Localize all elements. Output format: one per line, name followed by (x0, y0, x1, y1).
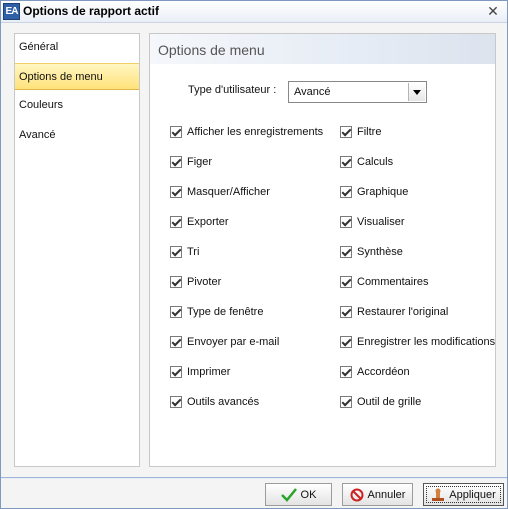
option-label: Filtre (357, 126, 382, 138)
option-visualize[interactable]: Visualiser (340, 214, 405, 230)
cancel-icon (350, 488, 364, 501)
option-label: Figer (187, 156, 213, 168)
checkbox-show-records[interactable] (170, 126, 182, 138)
cancel-button[interactable]: Annuler (342, 483, 413, 506)
checkbox-window-type[interactable] (170, 306, 182, 318)
title-bar[interactable]: EA Options de rapport actif ✕ (1, 1, 507, 23)
option-label: Imprimer (187, 366, 231, 378)
checkbox-chart[interactable] (340, 186, 352, 198)
option-label: Exporter (187, 216, 229, 228)
option-freeze[interactable]: Figer (170, 154, 212, 170)
option-label: Envoyer par e-mail (187, 336, 280, 348)
ok-button[interactable]: OK (265, 483, 332, 506)
option-filter[interactable]: Filtre (340, 124, 381, 140)
option-hide-show[interactable]: Masquer/Afficher (170, 184, 270, 200)
sidebar-item-colors[interactable]: Couleurs (15, 92, 139, 119)
option-grid-tool[interactable]: Outil de grille (340, 394, 421, 410)
option-window-type[interactable]: Type de fenêtre (170, 304, 263, 320)
footer-divider (1, 477, 507, 479)
option-label: Enregistrer les modifications (357, 336, 496, 348)
option-sort[interactable]: Tri (170, 244, 199, 260)
user-type-value: Avancé (294, 86, 331, 98)
option-label: Graphique (357, 186, 409, 198)
app-logo-icon: EA (3, 3, 20, 20)
option-advanced-tools[interactable]: Outils avancés (170, 394, 259, 410)
checkbox-visualize[interactable] (340, 216, 352, 228)
option-label: Outil de grille (357, 396, 422, 408)
option-comments[interactable]: Commentaires (340, 274, 429, 290)
checkbox-export[interactable] (170, 216, 182, 228)
option-label: Accordéon (357, 366, 410, 378)
checkbox-accordion[interactable] (340, 366, 352, 378)
option-label: Visualiser (357, 216, 405, 228)
option-label: Synthèse (357, 246, 403, 258)
sidebar-item-general[interactable]: Général (15, 34, 139, 61)
sidebar-item-menu-options[interactable]: Options de menu (15, 63, 139, 90)
checkbox-send-email[interactable] (170, 336, 182, 348)
checkbox-restore-original[interactable] (340, 306, 352, 318)
checkmark-icon (280, 487, 297, 502)
sidebar: Général Options de menu Couleurs Avancé (14, 33, 140, 467)
panel-header: Options de menu (150, 34, 495, 64)
option-print[interactable]: Imprimer (170, 364, 230, 380)
option-restore-original[interactable]: Restaurer l'original (340, 304, 448, 320)
checkbox-hide-show[interactable] (170, 186, 182, 198)
option-show-records[interactable]: Afficher les enregistrements (170, 124, 323, 140)
option-label: Commentaires (357, 276, 429, 288)
close-icon[interactable]: ✕ (485, 3, 501, 19)
dialog-title: Options de rapport actif (23, 4, 160, 18)
option-label: Afficher les enregistrements (187, 126, 324, 138)
panel-title: Options de menu (158, 42, 265, 58)
option-export[interactable]: Exporter (170, 214, 229, 230)
option-label: Outils avancés (187, 396, 260, 408)
menu-options-panel: Options de menu Type d'utilisateur : Ava… (149, 33, 496, 467)
checkbox-save-changes[interactable] (340, 336, 352, 348)
option-pivot[interactable]: Pivoter (170, 274, 221, 290)
option-label: Masquer/Afficher (187, 186, 270, 198)
checkbox-pivot[interactable] (170, 276, 182, 288)
apply-button[interactable]: Appliquer (423, 483, 504, 506)
option-chart[interactable]: Graphique (340, 184, 408, 200)
checkbox-calculations[interactable] (340, 156, 352, 168)
option-label: Tri (187, 246, 200, 258)
apply-button-label: Appliquer (449, 488, 496, 501)
user-type-select[interactable]: Avancé (288, 81, 427, 103)
option-label: Calculs (357, 156, 394, 168)
chevron-down-icon[interactable] (408, 83, 425, 101)
checkbox-grid-tool[interactable] (340, 396, 352, 408)
checkbox-advanced-tools[interactable] (170, 396, 182, 408)
options-dialog: EA Options de rapport actif ✕ Général Op… (0, 0, 508, 509)
option-calculations[interactable]: Calculs (340, 154, 393, 170)
checkbox-summary[interactable] (340, 246, 352, 258)
checkbox-filter[interactable] (340, 126, 352, 138)
ok-button-label: OK (300, 488, 317, 501)
option-label: Restaurer l'original (357, 306, 449, 318)
checkbox-comments[interactable] (340, 276, 352, 288)
option-label: Type de fenêtre (187, 306, 264, 318)
option-accordion[interactable]: Accordéon (340, 364, 410, 380)
cancel-button-label: Annuler (367, 488, 406, 501)
stamp-icon (432, 488, 445, 501)
option-send-email[interactable]: Envoyer par e-mail (170, 334, 279, 350)
option-save-changes[interactable]: Enregistrer les modifications (340, 334, 495, 350)
checkbox-freeze[interactable] (170, 156, 182, 168)
option-summary[interactable]: Synthèse (340, 244, 403, 260)
option-label: Pivoter (187, 276, 222, 288)
sidebar-item-advanced[interactable]: Avancé (15, 122, 139, 149)
checkbox-sort[interactable] (170, 246, 182, 258)
user-type-label: Type d'utilisateur : (188, 84, 277, 96)
checkbox-print[interactable] (170, 366, 182, 378)
